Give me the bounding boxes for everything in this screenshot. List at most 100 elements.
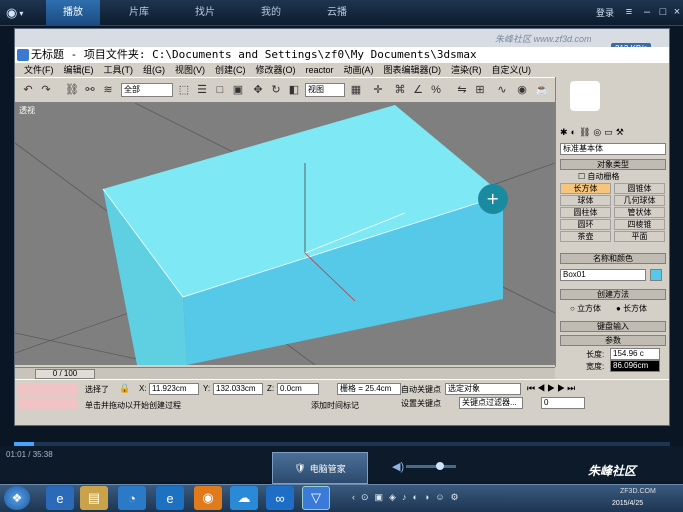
window-crossing-icon[interactable]: ▣ bbox=[231, 83, 245, 97]
menu-group[interactable]: 组(G) bbox=[138, 63, 170, 77]
rollout-name-color[interactable]: 名称和颜色 bbox=[560, 253, 666, 264]
time-slider[interactable]: 0 / 100 bbox=[35, 369, 95, 379]
perspective-viewport[interactable]: 透视 + bbox=[15, 103, 555, 365]
time-slider-bar[interactable]: 0 / 100 bbox=[15, 367, 555, 379]
mirror-icon[interactable]: ⇋ bbox=[455, 83, 469, 97]
align-icon[interactable]: ⊞ bbox=[473, 83, 487, 97]
tab-play[interactable]: 播放 bbox=[46, 0, 100, 26]
rotate-icon[interactable]: ↻ bbox=[269, 83, 283, 97]
primitive-category-select[interactable]: 标准基本体 bbox=[560, 143, 666, 155]
y-coord-field[interactable]: 132.033cm bbox=[213, 383, 263, 395]
menu-graph-editors[interactable]: 图表编辑器(D) bbox=[379, 63, 447, 77]
system-tray-icons[interactable]: ‹⊙▣◈♪◐◑☺⚙ bbox=[352, 492, 465, 503]
snap-toggle-icon[interactable]: ⌘ bbox=[393, 83, 407, 97]
clock[interactable]: 2015/4/25 bbox=[612, 500, 643, 507]
btn-tube[interactable]: 管状体 bbox=[614, 207, 665, 218]
create-tab-icon[interactable]: ✱ bbox=[560, 127, 568, 141]
unlink-icon[interactable]: ⚯ bbox=[83, 83, 97, 97]
volume-knob[interactable] bbox=[436, 462, 444, 470]
key-filters-button[interactable]: 关键点过滤器... bbox=[459, 397, 523, 409]
percent-snap-icon[interactable]: % bbox=[429, 83, 443, 97]
material-editor-icon[interactable]: ◉ bbox=[515, 83, 529, 97]
menu-tools[interactable]: 工具(T) bbox=[99, 63, 139, 77]
key-mode-select[interactable]: 选定对象 bbox=[445, 383, 521, 395]
qq-video-icon[interactable]: ∞ bbox=[266, 486, 294, 510]
menu-edit[interactable]: 编辑(E) bbox=[59, 63, 99, 77]
btn-torus[interactable]: 圆环 bbox=[560, 219, 611, 230]
btn-sphere[interactable]: 球体 bbox=[560, 195, 611, 206]
rollout-keyboard-entry[interactable]: 键盘输入 bbox=[560, 321, 666, 332]
cloud-app-icon[interactable]: ☁ bbox=[230, 486, 258, 510]
volume-track[interactable] bbox=[406, 465, 456, 468]
btn-cone[interactable]: 圆锥体 bbox=[614, 183, 665, 194]
volume-icon[interactable]: ◀) bbox=[392, 460, 404, 473]
ref-coord-select[interactable]: 视图 bbox=[305, 83, 345, 97]
browser-icon[interactable]: ◔ bbox=[118, 486, 146, 510]
modify-tab-icon[interactable]: ◐ bbox=[571, 127, 576, 141]
player-logo-icon[interactable]: ◉ ▾ bbox=[6, 4, 32, 22]
radio-box[interactable]: ● 长方体 bbox=[616, 303, 647, 314]
autogrid-checkbox[interactable]: ☐ 自动栅格 bbox=[578, 171, 619, 182]
select-object-icon[interactable]: ⬚ bbox=[177, 83, 191, 97]
width-spinner[interactable]: 86.096cm bbox=[610, 360, 660, 372]
hierarchy-tab-icon[interactable]: ⛓ bbox=[579, 127, 590, 141]
app-icon[interactable]: ◉ bbox=[194, 486, 222, 510]
set-key-label[interactable]: 设置关键点 bbox=[401, 398, 441, 409]
btn-plane[interactable]: 平面 bbox=[614, 231, 665, 242]
radio-cube[interactable]: ○ 立方体 bbox=[570, 303, 601, 314]
ie2-icon[interactable]: e bbox=[156, 486, 184, 510]
ie-icon[interactable]: e bbox=[46, 486, 74, 510]
object-name-input[interactable]: Box01 bbox=[560, 269, 646, 281]
login-link[interactable]: 登录 bbox=[596, 6, 614, 19]
redo-icon[interactable]: ↷ bbox=[39, 83, 53, 97]
undo-icon[interactable]: ↶ bbox=[21, 83, 35, 97]
video-frame[interactable]: 朱峰社区 www.zf3d.com 213 KB/s 无标题 - 项目文件夹: … bbox=[14, 28, 670, 426]
motion-tab-icon[interactable]: ◎ bbox=[593, 127, 601, 141]
tab-mine[interactable]: 我的 bbox=[244, 0, 298, 26]
progress-track[interactable] bbox=[14, 442, 670, 446]
x-coord-field[interactable]: 11.923cm bbox=[149, 383, 199, 395]
menu-icon[interactable]: ≡ bbox=[622, 6, 636, 18]
z-coord-field[interactable]: 0.0cm bbox=[277, 383, 319, 395]
tab-cloud[interactable]: 云播 bbox=[310, 0, 364, 26]
menu-rendering[interactable]: 渲染(R) bbox=[446, 63, 487, 77]
curve-editor-icon[interactable]: ∿ bbox=[495, 83, 509, 97]
pivot-center-icon[interactable]: ▦ bbox=[349, 83, 363, 97]
menu-modifiers[interactable]: 修改器(O) bbox=[251, 63, 301, 77]
menu-views[interactable]: 视图(V) bbox=[170, 63, 210, 77]
scale-icon[interactable]: ◧ bbox=[287, 83, 301, 97]
pc-manager-icon[interactable]: ▽ bbox=[302, 486, 330, 510]
rollout-creation-method[interactable]: 创建方法 bbox=[560, 289, 666, 300]
rollout-object-type[interactable]: 对象类型 bbox=[560, 159, 666, 170]
btn-geosphere[interactable]: 几何球体 bbox=[614, 195, 665, 206]
maxscript-output[interactable] bbox=[17, 397, 77, 409]
render-icon[interactable]: ☕ bbox=[535, 83, 549, 97]
select-manipulate-icon[interactable]: ✛ bbox=[371, 83, 385, 97]
menu-create[interactable]: 创建(C) bbox=[210, 63, 251, 77]
btn-cylinder[interactable]: 圆柱体 bbox=[560, 207, 611, 218]
auto-key-label[interactable]: 自动关键点 bbox=[401, 384, 441, 395]
tab-find[interactable]: 找片 bbox=[178, 0, 232, 26]
rollout-parameters[interactable]: 参数 bbox=[560, 335, 666, 346]
length-spinner[interactable]: 154.96 c bbox=[610, 348, 660, 360]
current-frame-field[interactable]: 0 bbox=[541, 397, 585, 409]
object-color-swatch[interactable] bbox=[650, 269, 662, 281]
link-icon[interactable]: ⛓ bbox=[65, 83, 79, 97]
playback-controls[interactable]: ⏮◀▶▶⏭ bbox=[527, 383, 577, 394]
display-tab-icon[interactable]: ▭ bbox=[604, 127, 613, 141]
close-icon[interactable]: × bbox=[670, 6, 683, 18]
pc-manager-notification[interactable]: 🛡 电脑管家 bbox=[272, 452, 368, 484]
explorer-icon[interactable]: ▤ bbox=[80, 486, 108, 510]
utilities-tab-icon[interactable]: ⚒ bbox=[616, 127, 624, 141]
start-button[interactable]: ❖ bbox=[4, 486, 30, 510]
add-time-tag[interactable]: 添加时间标记 bbox=[311, 400, 359, 411]
minimize-icon[interactable]: – bbox=[640, 6, 654, 18]
rect-selection-icon[interactable]: □ bbox=[213, 83, 227, 97]
move-icon[interactable]: ✥ bbox=[251, 83, 265, 97]
menu-animation[interactable]: 动画(A) bbox=[339, 63, 379, 77]
maxscript-listener[interactable] bbox=[17, 383, 77, 395]
btn-box[interactable]: 长方体 bbox=[560, 183, 611, 194]
angle-snap-icon[interactable]: ∠ bbox=[411, 83, 425, 97]
btn-teapot[interactable]: 茶壶 bbox=[560, 231, 611, 242]
menu-file[interactable]: 文件(F) bbox=[19, 63, 59, 77]
